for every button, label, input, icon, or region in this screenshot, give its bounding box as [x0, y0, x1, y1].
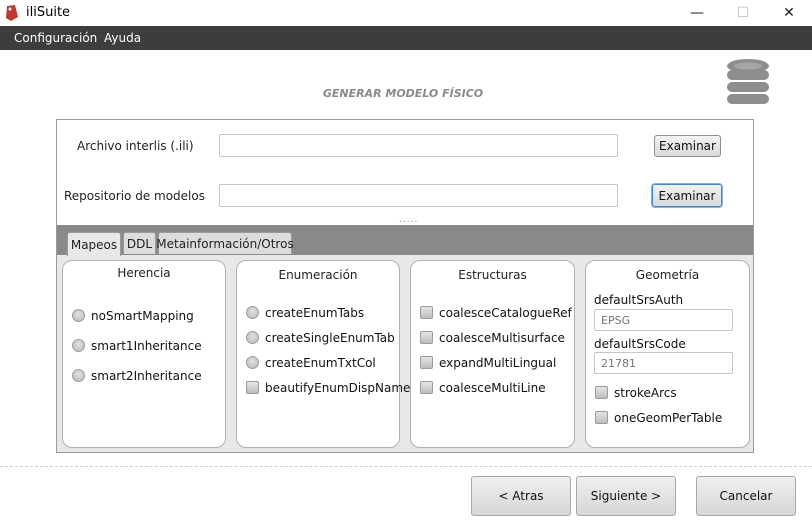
option-label: coalesceCatalogueRef [439, 306, 572, 320]
checkbox-beautifyenumdispname[interactable] [246, 381, 259, 394]
radio-smart2inheritance[interactable] [72, 369, 85, 382]
option-label: oneGeomPerTable [614, 411, 723, 425]
srs-auth-label: defaultSrsAuth [594, 293, 684, 307]
tab-metainformacion[interactable]: Metainformación/Otros [156, 232, 294, 254]
radio-nosmartmapping[interactable] [72, 309, 85, 322]
option-label: expandMultiLingual [439, 356, 557, 370]
examinar-repositorio-button[interactable]: Examinar [652, 184, 722, 207]
srs-code-label: defaultSrsCode [594, 337, 686, 351]
radio-createsingleenumtab[interactable] [246, 331, 259, 344]
checkbox-strokearcs[interactable] [595, 386, 608, 399]
option-label: createSingleEnumTab [265, 331, 395, 345]
archivo-input[interactable] [219, 134, 618, 157]
geometria-title: Geometría [635, 268, 700, 282]
option-label: createEnumTabs [265, 306, 365, 320]
radio-createenumtxtcol[interactable] [246, 356, 259, 369]
back-button[interactable]: < Atras [471, 476, 571, 516]
checkbox-coalescemultiline[interactable] [420, 381, 433, 394]
repositorio-input[interactable] [219, 184, 618, 207]
option-label: coalesceMultisurface [439, 331, 565, 345]
menu-ayuda[interactable]: Ayuda [104, 31, 141, 45]
herencia-group [62, 260, 226, 448]
checkbox-onegeompertable[interactable] [595, 411, 608, 424]
splitter-handle[interactable]: ..... [399, 215, 418, 225]
next-button[interactable]: Siguiente > [576, 476, 676, 516]
archivo-label: Archivo interlis (.ili) [77, 139, 194, 153]
herencia-title: Herencia [117, 266, 171, 280]
option-label: coalesceMultiLine [439, 381, 546, 395]
enumeracion-group [236, 260, 400, 448]
option-label: noSmartMapping [91, 309, 194, 323]
cancel-button[interactable]: Cancelar [696, 476, 796, 516]
checkbox-expandmultilingual[interactable] [420, 356, 433, 369]
maximize-button[interactable]: ☐ [720, 0, 766, 26]
checkbox-coalescecatalogueref[interactable] [420, 306, 433, 319]
window-title: iliSuite [26, 5, 71, 20]
option-label: createEnumTxtCol [265, 356, 376, 370]
radio-createenumtabs[interactable] [246, 306, 259, 319]
srs-auth-input[interactable] [594, 309, 733, 331]
minimize-button[interactable]: — [674, 0, 720, 26]
option-label: smart2Inheritance [91, 369, 202, 383]
tab-ddl[interactable]: DDL [123, 232, 156, 254]
checkbox-coalescemultisurface[interactable] [420, 331, 433, 344]
ili-logo-icon [6, 5, 18, 21]
radio-smart1inheritance[interactable] [72, 339, 85, 352]
estructuras-title: Estructuras [458, 268, 527, 282]
examinar-archivo-button[interactable]: Examinar [654, 135, 721, 157]
tab-mapeos[interactable]: Mapeos [67, 232, 121, 256]
repositorio-label: Repositorio de modelos [64, 189, 205, 203]
estructuras-group [410, 260, 575, 448]
option-label: beautifyEnumDispName [265, 381, 411, 395]
database-icon [727, 59, 769, 104]
srs-code-input[interactable] [594, 352, 733, 374]
page-title: GENERAR MODELO FÍSICO [322, 87, 484, 100]
option-label: smart1Inheritance [91, 339, 202, 353]
option-label: strokeArcs [614, 386, 677, 400]
enumeracion-title: Enumeración [278, 268, 358, 282]
close-button[interactable]: ✕ [766, 0, 812, 26]
footer-divider [0, 466, 812, 467]
menu-configuracion[interactable]: Configuración [14, 31, 97, 45]
